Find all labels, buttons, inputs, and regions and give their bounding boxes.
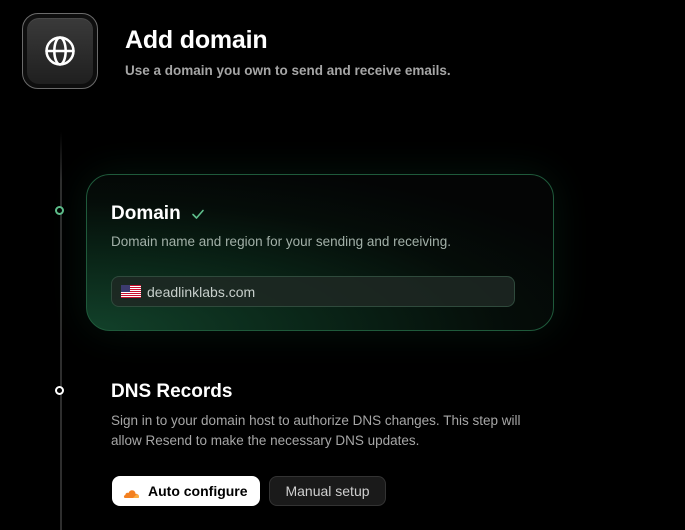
globe-icon (43, 34, 77, 68)
domain-step-description: Domain name and region for your sending … (111, 234, 451, 249)
domain-step-header: Domain (111, 203, 205, 225)
add-domain-page: Add domain Use a domain you own to send … (0, 0, 685, 530)
step-indicator-domain (55, 206, 64, 215)
domain-value: deadlinklabs.com (147, 283, 256, 300)
step-indicator-dns (55, 386, 64, 395)
us-flag-icon (121, 285, 141, 298)
page-title: Add domain (125, 26, 268, 54)
auto-configure-label: Auto configure (148, 483, 248, 499)
timeline-line (60, 132, 62, 530)
page-subtitle: Use a domain you own to send and receive… (125, 63, 451, 78)
logo-tile (27, 18, 93, 84)
auto-configure-button[interactable]: Auto configure (112, 476, 260, 506)
manual-setup-button[interactable]: Manual setup (269, 476, 386, 506)
manual-setup-label: Manual setup (285, 483, 370, 499)
domain-step-title: Domain (111, 203, 181, 224)
check-icon (191, 207, 205, 221)
cloudflare-icon (123, 486, 140, 498)
dns-step-description: Sign in to your domain host to authorize… (111, 413, 521, 448)
dns-step-title: DNS Records (111, 381, 233, 402)
domain-step-card: Domain Domain name and region for your s… (86, 174, 554, 331)
domain-field[interactable]: deadlinklabs.com (111, 276, 515, 307)
logo-box (22, 13, 98, 89)
